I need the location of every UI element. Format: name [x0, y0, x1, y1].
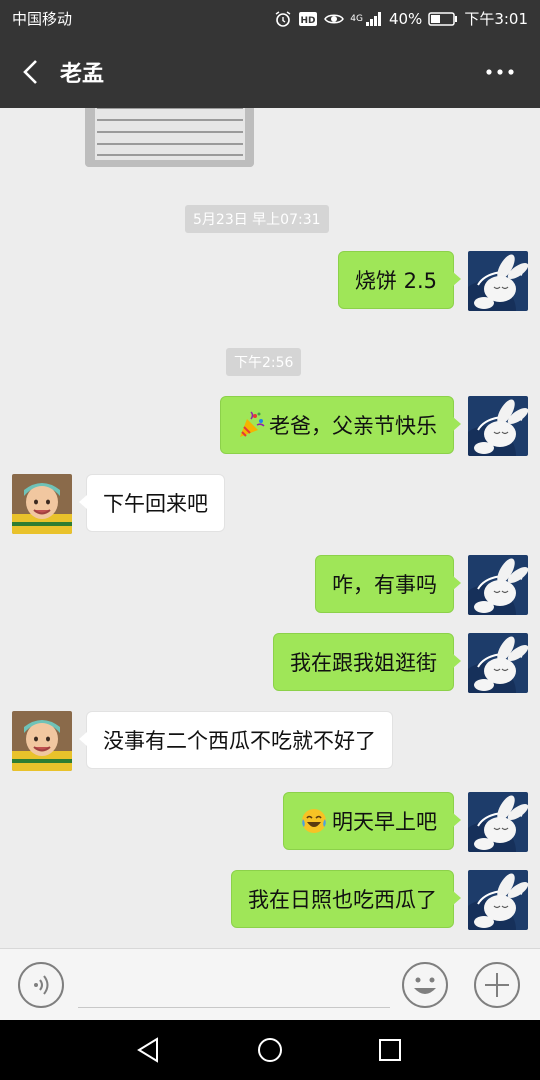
timestamp: 5月23日 早上07:31: [185, 205, 329, 233]
message-text: 老爸，父亲节快乐: [269, 414, 437, 438]
timestamp: 下午2:56: [226, 348, 302, 376]
carrier-label: 中国移动: [12, 10, 73, 28]
avatar-self[interactable]: [468, 870, 528, 930]
message-bubble-received[interactable]: 没事有二个西瓜不吃就不好了: [79, 711, 393, 769]
avatar-self[interactable]: [468, 792, 528, 852]
voice-icon[interactable]: [17, 961, 65, 1009]
avatar-contact[interactable]: [12, 474, 72, 534]
nav-recent-icon[interactable]: [374, 1034, 406, 1066]
hd-icon: HD: [299, 11, 318, 26]
chat-title: 老孟: [60, 62, 105, 87]
message-bubble-sent[interactable]: 咋，有事吗: [315, 555, 461, 613]
status-right: HD 4G 40% 下午3:01: [274, 8, 528, 29]
chevron-left-icon[interactable]: [14, 54, 50, 90]
input-bar: [0, 948, 540, 1021]
eye-icon: [324, 14, 345, 23]
message-bubble-sent[interactable]: 明天早上吧: [283, 792, 461, 850]
svg-text:HD: HD: [301, 16, 316, 26]
party-popper-icon: [240, 411, 265, 437]
chat-header: 老孟: [0, 36, 540, 108]
message-text: 明天早上吧: [332, 810, 437, 834]
chat-area[interactable]: 5月23日 早上07:31 烧饼 2.5 下午2:56 老爸，父亲节快乐 下午回…: [0, 108, 540, 948]
avatar-self[interactable]: [468, 555, 528, 615]
message-bubble-sent[interactable]: 老爸，父亲节快乐: [220, 396, 461, 454]
signal-icon: [365, 11, 381, 26]
battery-level: 40%: [388, 9, 423, 28]
navigation-bar: [0, 1020, 540, 1080]
nav-home-icon[interactable]: [254, 1034, 286, 1066]
smiley-icon[interactable]: [401, 961, 449, 1009]
image-message[interactable]: [85, 108, 254, 167]
avatar-self[interactable]: [468, 251, 528, 311]
status-bar: 中国移动 HD 4G 40% 下午3:01: [0, 0, 540, 36]
nav-back-icon[interactable]: [133, 1034, 165, 1066]
network-label: 4G: [350, 13, 363, 24]
plus-icon[interactable]: [473, 961, 521, 1009]
avatar-self[interactable]: [468, 633, 528, 693]
more-icon[interactable]: [482, 58, 518, 86]
laughing-tears-icon: [302, 809, 326, 833]
battery-icon: [428, 11, 458, 26]
message-bubble-sent[interactable]: 烧饼 2.5: [337, 251, 462, 309]
alarm-icon: [275, 10, 291, 27]
message-bubble-sent[interactable]: 我在跟我姐逛街: [273, 633, 461, 691]
message-bubble-sent[interactable]: 我在日照也吃西瓜了: [231, 870, 461, 928]
status-time: 下午3:01: [464, 10, 528, 28]
notebook-image: [85, 108, 254, 167]
message-bubble-received[interactable]: 下午回来吧: [79, 474, 225, 532]
avatar-self[interactable]: [468, 396, 528, 456]
avatar-contact[interactable]: [12, 711, 72, 771]
message-input[interactable]: [78, 961, 390, 1008]
